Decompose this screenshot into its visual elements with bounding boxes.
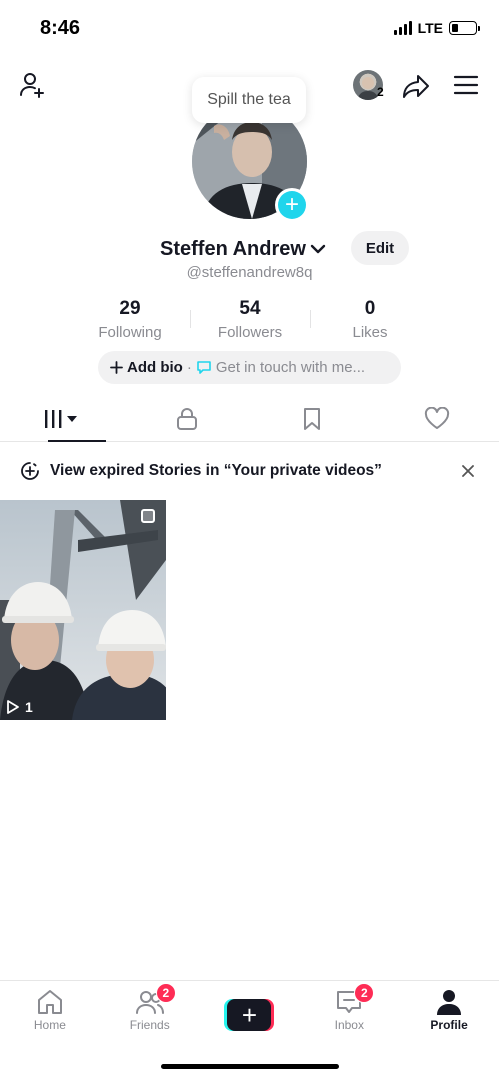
nav-label: Home — [33, 1018, 66, 1032]
edit-profile-button[interactable]: Edit — [351, 231, 409, 265]
stat-followers[interactable]: 54 Followers — [190, 298, 310, 342]
home-icon — [37, 990, 62, 1014]
stat-label: Following — [98, 324, 162, 341]
battery-icon — [449, 21, 480, 35]
chevron-down-icon — [310, 244, 326, 254]
play-icon — [7, 700, 19, 714]
status-time: 8:46 — [40, 17, 81, 39]
view-count: 1 — [6, 699, 33, 715]
story-count: 2 — [377, 85, 384, 99]
add-bio-label: Add bio — [127, 359, 183, 376]
stat-label: Likes — [352, 324, 388, 341]
share-icon — [403, 75, 429, 98]
share-profile-button[interactable] — [400, 70, 432, 102]
tab-saved[interactable] — [250, 396, 375, 441]
network-label: LTE — [417, 20, 443, 36]
close-button[interactable] — [459, 462, 477, 480]
stat-following[interactable]: 29 Following — [70, 298, 190, 342]
avatar-tooltip[interactable]: Spill the tea — [192, 77, 306, 123]
add-person-icon — [20, 73, 44, 98]
nav-label: Friends — [129, 1018, 170, 1032]
tab-private[interactable] — [125, 396, 250, 441]
videos-grid-icon — [45, 409, 78, 428]
nav-label: Inbox — [334, 1018, 364, 1032]
select-checkbox[interactable] — [141, 509, 155, 523]
plus-icon: + — [227, 999, 272, 1031]
chat-bubble-icon — [197, 361, 211, 374]
bio-separator: · — [186, 359, 192, 376]
display-name: Steffen Andrew — [160, 237, 306, 260]
plus-icon: + — [278, 191, 306, 219]
nav-create[interactable]: + — [200, 981, 300, 1044]
nav-friends[interactable]: Friends 2 — [100, 981, 200, 1044]
add-story-icon — [21, 462, 39, 480]
stat-value: 54 — [239, 298, 261, 319]
close-icon — [462, 465, 474, 477]
contact-button[interactable]: Get in touch with me... — [196, 359, 365, 376]
stat-value: 29 — [119, 298, 141, 319]
nav-label: Profile — [430, 1018, 468, 1032]
nav-home[interactable]: Home — [0, 981, 100, 1044]
tab-liked[interactable] — [374, 396, 499, 441]
plus-icon — [110, 361, 123, 374]
nav-inbox[interactable]: Inbox 2 — [299, 981, 399, 1044]
stat-likes[interactable]: 0 Likes — [310, 298, 430, 342]
create-button[interactable]: + — [224, 999, 275, 1031]
nav-profile[interactable]: Profile — [399, 981, 499, 1044]
menu-button[interactable] — [451, 70, 481, 100]
profile-icon — [437, 990, 462, 1015]
tab-videos[interactable] — [0, 396, 125, 442]
status-bar: 8:46 LTE — [0, 0, 499, 56]
add-friend-button[interactable] — [16, 68, 50, 102]
add-story-button[interactable]: + — [275, 188, 309, 222]
status-indicators: LTE — [393, 20, 480, 36]
bookmark-icon — [303, 407, 320, 430]
hamburger-menu-icon — [453, 75, 479, 95]
stat-label: Followers — [217, 324, 283, 341]
profile-stats: 29 Following 54 Followers 0 Likes — [70, 298, 430, 342]
contact-label: Get in touch with me... — [215, 359, 366, 376]
video-thumbnail[interactable]: 1 — [0, 500, 166, 720]
account-switcher[interactable]: Steffen Andrew — [160, 236, 326, 262]
content-tabs — [0, 396, 499, 442]
expired-stories-banner[interactable]: View expired Stories in “Your private vi… — [0, 452, 499, 490]
banner-text: View expired Stories in “Your private vi… — [50, 462, 382, 479]
lock-icon — [177, 407, 198, 430]
notification-badge: 2 — [354, 983, 375, 1003]
username: @steffenandrew8q — [186, 264, 313, 281]
view-count-value: 1 — [25, 699, 33, 715]
signal-icon — [393, 21, 412, 35]
home-indicator — [161, 1064, 339, 1069]
add-bio-button[interactable]: Add bio — [110, 359, 183, 376]
stat-value: 0 — [364, 298, 376, 319]
heart-icon — [424, 406, 449, 429]
notification-badge: 2 — [155, 983, 176, 1003]
bio-chip[interactable]: Add bio · Get in touch with me... — [98, 351, 401, 384]
bottom-navigation: Home Friends 2 + Inbox 2 Profile — [0, 980, 499, 1044]
